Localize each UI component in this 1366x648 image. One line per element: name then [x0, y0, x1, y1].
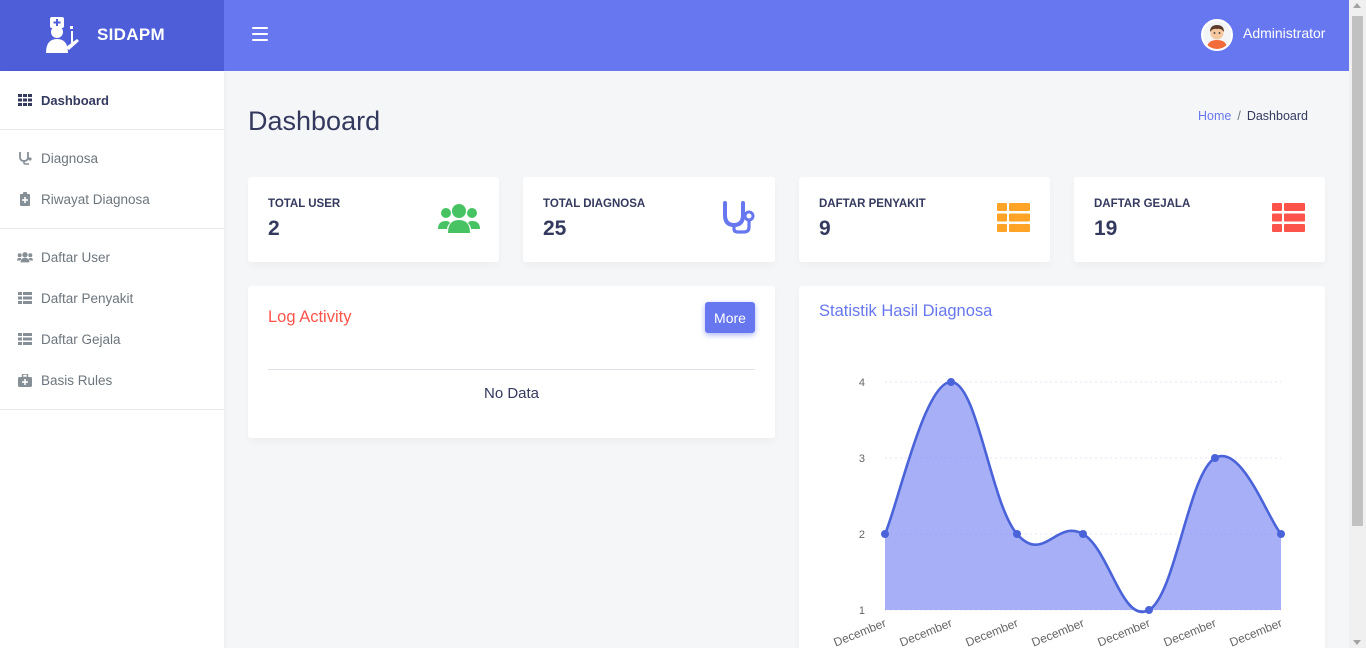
sidebar-item-daftar-penyakit[interactable]: Daftar Penyakit: [0, 278, 224, 318]
stat-card-total-diagnosa: TOTAL DIAGNOSA 25: [523, 177, 775, 262]
sidebar-item-daftar-gejala[interactable]: Daftar Gejala: [0, 319, 224, 359]
stethoscope-icon: [723, 201, 755, 234]
stat-card-daftar-penyakit: DAFTAR PENYAKIT 9: [799, 177, 1050, 262]
top-navbar: SIDAPM Administrator: [0, 0, 1349, 71]
x-tick-label: December: [964, 616, 1021, 648]
clipboard-icon: [17, 191, 33, 207]
stat-title: DAFTAR PENYAKIT: [819, 198, 926, 210]
stat-card-daftar-gejala: DAFTAR GEJALA 19: [1074, 177, 1325, 262]
sidebar-item-daftar-user[interactable]: Daftar User: [0, 237, 224, 277]
doctor-icon: [46, 17, 79, 53]
log-activity-title: Log Activity: [268, 308, 352, 326]
sidebar-item-riwayat-diagnosa[interactable]: Riwayat Diagnosa: [0, 179, 224, 219]
y-tick-label: 2: [859, 529, 865, 541]
user-name: Administrator: [1243, 25, 1326, 41]
stat-value: 25: [543, 217, 567, 240]
table-icon: [997, 203, 1030, 232]
stat-card-total-user: TOTAL USER 2: [248, 177, 499, 262]
table-icon: [17, 331, 33, 347]
x-tick-label: December: [1096, 616, 1153, 648]
breadcrumb-current: Dashboard: [1246, 109, 1308, 123]
page-title: Dashboard: [248, 106, 381, 136]
breadcrumb: Home / Dashboard: [1198, 109, 1308, 123]
stethoscope-icon: [17, 150, 33, 166]
table-icon: [17, 290, 33, 306]
avatar: [1201, 19, 1233, 51]
x-tick-label: December: [1030, 616, 1087, 648]
medkit-icon: [17, 372, 33, 388]
data-point: [1277, 530, 1285, 538]
data-point: [1013, 530, 1021, 538]
empty-state-text: No Data: [483, 385, 540, 402]
x-tick-label: December: [898, 616, 955, 648]
users-icon: [438, 204, 480, 233]
chart-card: Statistik Hasil Diagnosa 1 2 3 4 December Dec…: [799, 286, 1325, 648]
data-point: [947, 378, 955, 386]
series-area: [885, 382, 1281, 612]
x-tick-label: December: [1228, 616, 1285, 648]
stat-value: 2: [268, 217, 280, 240]
scrollbar-thumb[interactable]: [1352, 16, 1363, 526]
table-icon: [1272, 203, 1305, 232]
scroll-down-icon[interactable]: [1353, 640, 1361, 645]
sidebar-item-label: Daftar Penyakit: [41, 290, 134, 306]
sidebar-item-diagnosa[interactable]: Diagnosa: [0, 138, 224, 178]
x-tick-label: December: [832, 616, 889, 648]
log-activity-card: Log Activity More No Data: [248, 286, 775, 438]
users-icon: [17, 249, 33, 265]
data-point: [1211, 454, 1219, 462]
sidebar-item-label: Diagnosa: [41, 150, 99, 166]
user-dropdown[interactable]: Administrator: [1201, 19, 1325, 51]
sidebar-divider: [0, 228, 224, 229]
stat-value: 19: [1094, 217, 1118, 240]
stat-title: TOTAL DIAGNOSA: [543, 198, 646, 210]
sidebar-brand[interactable]: SIDAPM: [0, 0, 224, 71]
hamburger-icon[interactable]: [252, 27, 268, 43]
breadcrumb-home-link[interactable]: Home: [1198, 109, 1231, 123]
sidebar-divider: [0, 129, 224, 130]
grid-icon: [17, 92, 33, 108]
y-tick-label: 1: [859, 605, 865, 617]
data-point: [1079, 530, 1087, 538]
sidebar-item-label: Daftar User: [41, 249, 111, 265]
divider: [268, 369, 755, 370]
x-tick-label: December: [1162, 616, 1219, 648]
data-point: [1145, 606, 1153, 614]
sidebar-item-label: Dashboard: [41, 92, 109, 108]
more-button[interactable]: More: [705, 302, 755, 333]
data-point: [881, 530, 889, 538]
y-tick-label: 3: [859, 453, 865, 465]
stat-value: 9: [819, 217, 831, 240]
sidebar: Dashboard Diagnosa Riwayat Diagnosa Daft…: [0, 71, 224, 648]
diagnosis-area-chart: 1 2 3 4 December December December December Dece…: [832, 377, 1285, 648]
stat-title: TOTAL USER: [268, 198, 341, 210]
sidebar-divider: [0, 409, 224, 410]
scroll-up-icon[interactable]: [1353, 3, 1361, 8]
sidebar-item-dashboard[interactable]: Dashboard: [0, 80, 224, 120]
sidebar-item-label: Riwayat Diagnosa: [41, 191, 150, 207]
vertical-scrollbar[interactable]: [1349, 0, 1366, 648]
brand-name: SIDAPM: [97, 25, 165, 44]
sidebar-item-label: Basis Rules: [41, 372, 113, 388]
sidebar-item-basis-rules[interactable]: Basis Rules: [0, 360, 224, 400]
breadcrumb-separator: /: [1237, 109, 1241, 123]
y-tick-label: 4: [859, 377, 865, 389]
stat-title: DAFTAR GEJALA: [1094, 198, 1191, 210]
sidebar-item-label: Daftar Gejala: [41, 331, 121, 347]
